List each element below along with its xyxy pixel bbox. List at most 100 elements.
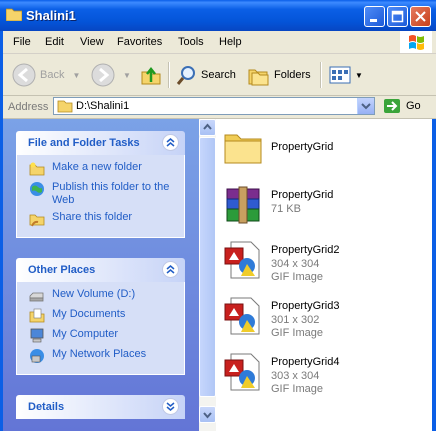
file-item[interactable]: PropertyGrid2 304 x 304 GIF Image: [219, 236, 429, 284]
task-share-folder[interactable]: Share this folder: [17, 211, 184, 231]
address-bar: Address D:\Shalini1 Go: [0, 96, 436, 119]
up-folder-icon: [141, 66, 161, 85]
maximize-icon: [391, 10, 404, 23]
minimize-button[interactable]: [364, 6, 385, 27]
documents-icon: [29, 308, 45, 323]
menu-help[interactable]: Help: [219, 36, 242, 48]
task-publish-to-web[interactable]: Publish this folder to the Web: [17, 181, 184, 211]
maximize-button[interactable]: [387, 6, 408, 27]
file-item[interactable]: PropertyGrid: [219, 123, 429, 171]
place-label: My Network Places: [52, 348, 147, 360]
gif-image-icon: [224, 353, 260, 391]
chevron-up-icon: [203, 123, 212, 130]
file-type: GIF Image: [271, 383, 323, 395]
panel-title: Other Places: [28, 264, 96, 276]
toolbar-separator: [320, 62, 322, 88]
forward-arrow-icon: [91, 63, 115, 87]
back-button[interactable]: Back ▼: [12, 62, 80, 88]
minimize-icon: [370, 19, 377, 22]
toolbar-separator: [168, 62, 170, 88]
task-label: Share this folder: [52, 211, 133, 223]
close-button[interactable]: [410, 6, 431, 27]
task-label: Make a new folder: [52, 161, 142, 173]
task-make-new-folder[interactable]: Make a new folder: [17, 161, 184, 181]
forward-dropdown-icon[interactable]: ▼: [123, 71, 131, 80]
file-name: PropertyGrid3: [271, 300, 340, 312]
back-arrow-icon: [12, 63, 36, 87]
up-folder-button[interactable]: [140, 62, 162, 88]
search-icon: [176, 66, 195, 85]
folder-icon: [224, 134, 262, 164]
vertical-scrollbar[interactable]: [199, 119, 216, 431]
collapse-button[interactable]: [162, 261, 179, 278]
place-my-computer[interactable]: My Computer: [17, 328, 184, 348]
address-dropdown-button[interactable]: [357, 98, 374, 114]
gif-image-icon: [224, 297, 260, 335]
folders-icon: [248, 69, 269, 86]
image-dimensions: 301 x 302: [271, 314, 320, 326]
panel-title: File and Folder Tasks: [28, 137, 140, 149]
file-item[interactable]: PropertyGrid4 303 x 304 GIF Image: [219, 348, 429, 396]
task-pane: File and Folder Tasks Make a new folder …: [0, 119, 199, 431]
address-label: Address: [8, 101, 49, 113]
panel-header[interactable]: File and Folder Tasks: [16, 131, 185, 155]
panel-header[interactable]: Details: [16, 395, 185, 419]
place-new-volume[interactable]: New Volume (D:): [17, 288, 184, 308]
file-size: 71 KB: [271, 203, 301, 215]
image-dimensions: 303 x 304: [271, 370, 320, 382]
back-dropdown-icon[interactable]: ▼: [72, 71, 80, 80]
window-left-border: [0, 31, 3, 431]
place-label: My Computer: [52, 328, 119, 340]
expand-button[interactable]: [162, 398, 179, 415]
windows-logo-icon: [400, 31, 432, 53]
place-my-network-places[interactable]: My Network Places: [17, 348, 184, 368]
go-arrow-icon: [384, 99, 400, 113]
file-item[interactable]: PropertyGrid 71 KB: [219, 181, 429, 229]
collapse-button[interactable]: [162, 134, 179, 151]
chevron-down-icon: [361, 103, 371, 110]
views-dropdown-icon[interactable]: ▼: [355, 71, 363, 80]
folders-button[interactable]: Folders: [247, 62, 311, 88]
file-name: PropertyGrid: [271, 141, 334, 153]
file-type: GIF Image: [271, 271, 323, 283]
details-panel: Details: [16, 395, 185, 419]
file-item[interactable]: PropertyGrid3 301 x 302 GIF Image: [219, 292, 429, 340]
file-type: GIF Image: [271, 327, 323, 339]
toolbar: Back ▼ ▼ Search Folders ▼: [0, 54, 436, 96]
chevron-up-icon: [166, 138, 175, 147]
scroll-up-button[interactable]: [199, 119, 216, 136]
image-dimensions: 304 x 304: [271, 258, 320, 270]
panel-header[interactable]: Other Places: [16, 258, 185, 282]
file-name: PropertyGrid: [271, 189, 334, 201]
menu-edit[interactable]: Edit: [45, 36, 64, 48]
title-bar[interactable]: Shalini1: [0, 0, 436, 31]
menu-favorites[interactable]: Favorites: [117, 36, 162, 48]
scroll-thumb[interactable]: [199, 137, 216, 397]
menu-file[interactable]: File: [13, 36, 31, 48]
menu-view[interactable]: View: [80, 36, 104, 48]
views-button[interactable]: ▼: [328, 62, 363, 88]
window-right-border: [432, 119, 436, 431]
forward-button[interactable]: ▼: [91, 62, 131, 88]
file-name: PropertyGrid4: [271, 356, 340, 368]
file-name: PropertyGrid2: [271, 244, 340, 256]
explorer-window: Shalini1 File Edit View Favorites Tools …: [0, 0, 436, 431]
menu-tools[interactable]: Tools: [178, 36, 204, 48]
folder-icon: [57, 100, 73, 113]
file-list: PropertyGrid PropertyGrid 71 KB Property…: [199, 119, 436, 431]
search-button[interactable]: Search: [176, 62, 236, 88]
winrar-archive-icon: [226, 186, 260, 224]
scroll-down-button[interactable]: [199, 406, 216, 423]
folders-label: Folders: [274, 69, 311, 81]
go-button[interactable]: Go: [383, 98, 421, 114]
panel-body: Make a new folder Publish this folder to…: [16, 155, 185, 238]
place-my-documents[interactable]: My Documents: [17, 308, 184, 328]
chevron-down-icon: [203, 412, 212, 419]
address-input[interactable]: D:\Shalini1: [53, 97, 375, 115]
drive-icon: [29, 292, 44, 302]
search-label: Search: [201, 69, 236, 81]
new-folder-icon: [29, 162, 45, 176]
menu-bar: File Edit View Favorites Tools Help: [0, 31, 436, 54]
place-label: New Volume (D:): [52, 288, 136, 300]
window-title: Shalini1: [26, 8, 76, 23]
